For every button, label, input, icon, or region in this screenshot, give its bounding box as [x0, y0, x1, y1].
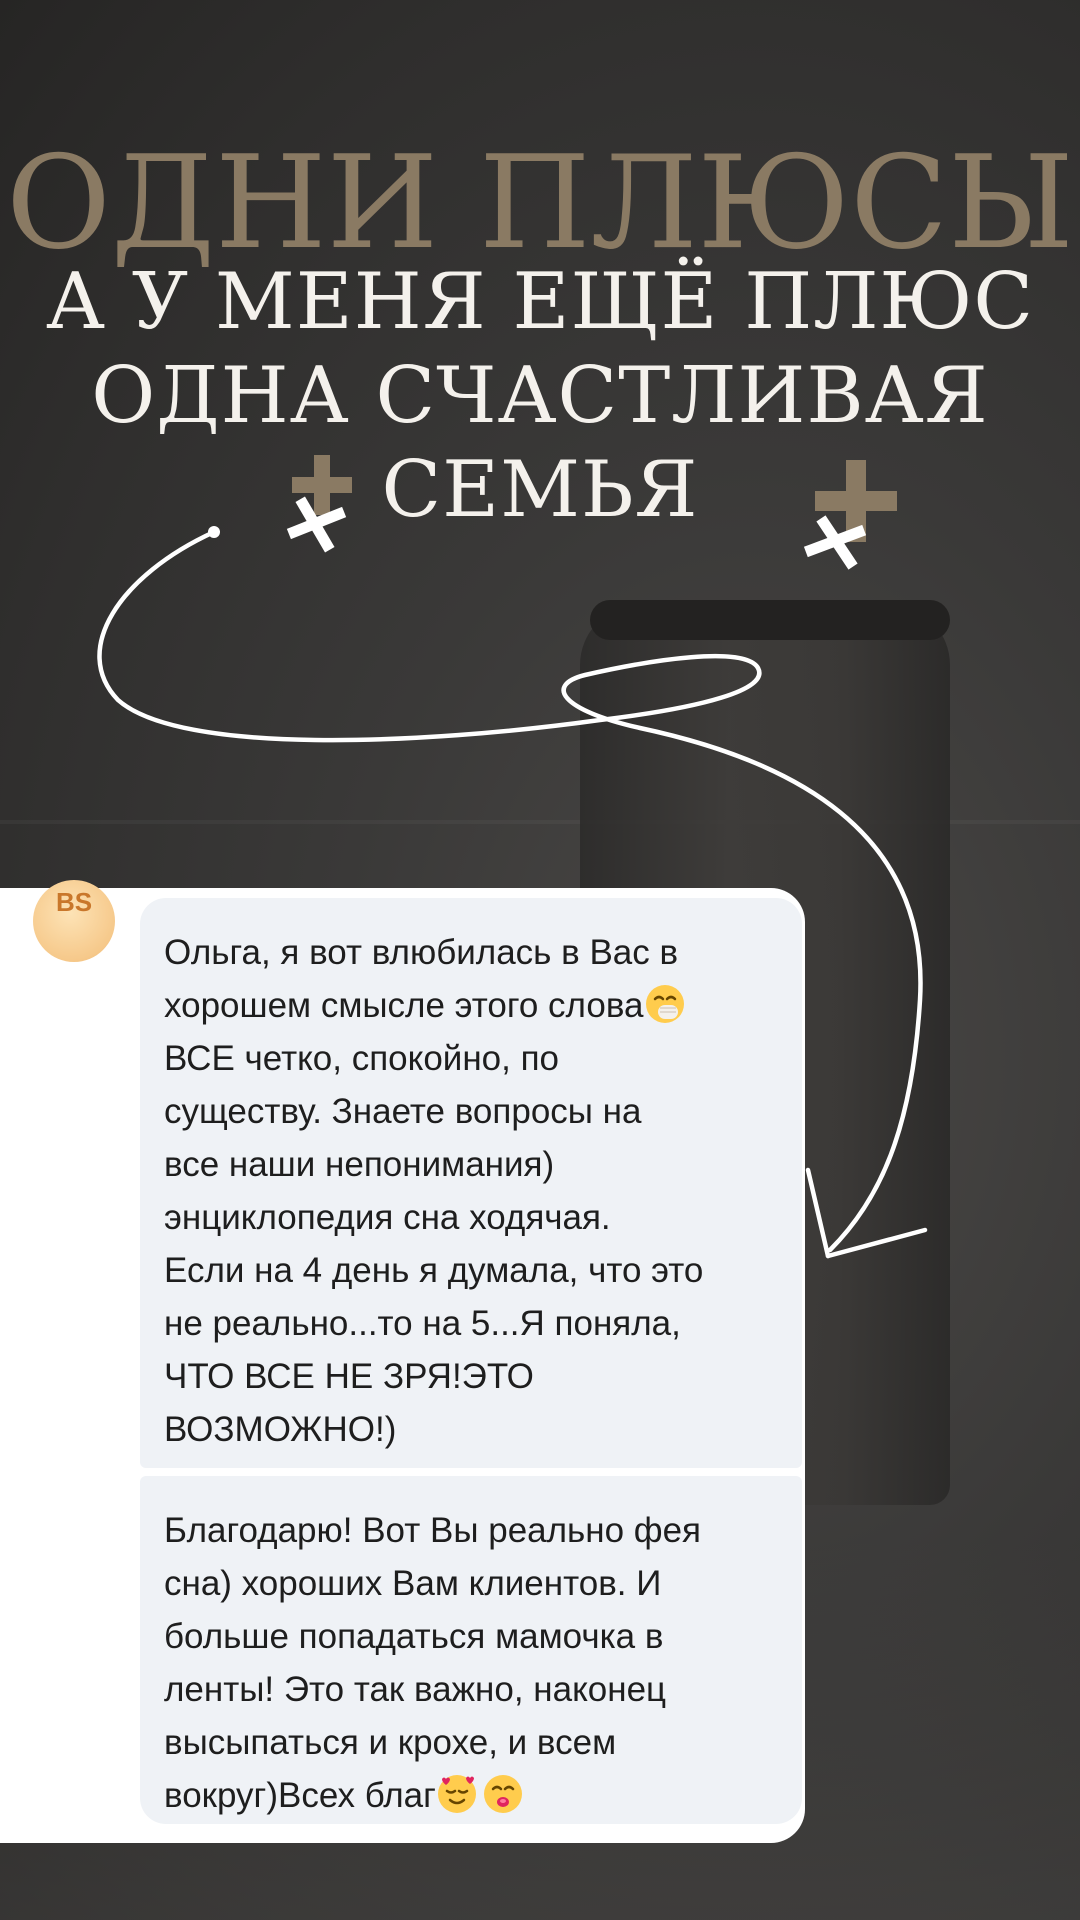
- avatar[interactable]: BS: [33, 880, 115, 962]
- message-bubble-1: Ольга, я вот влюбилась в Вас в хорошем с…: [140, 898, 802, 1468]
- message-2-line: больше попадаться мамочка в: [164, 1617, 664, 1656]
- hand-over-mouth-emoji-icon: [644, 983, 686, 1025]
- headline-line-1: А У МЕНЯ ЕЩЁ ПЛЮС: [45, 257, 1035, 347]
- message-1-line: Ольга, я вот влюбилась в Вас в: [164, 933, 679, 972]
- message-2-line-with-emoji: вокруг)Всех благ: [164, 1769, 778, 1822]
- avatar-initials: BS: [55, 887, 93, 917]
- message-1-line: ВОЗМОЖНО!): [164, 1410, 397, 1449]
- kissing-face-emoji-icon: [482, 1773, 524, 1815]
- message-2-line: высыпаться и крохе, и всем: [164, 1723, 617, 1762]
- message-1-line: не реально...то на 5...Я поняла,: [164, 1304, 681, 1343]
- background-word: ОДНИ ПЛЮСЫ: [6, 129, 1074, 278]
- message-2-line: ленты! Это так важно, наконец: [164, 1670, 667, 1709]
- message-2-line: вокруг)Всех благ: [164, 1776, 436, 1815]
- message-1-line: Если на 4 день я думала, что это: [164, 1251, 704, 1290]
- message-1-line: ЧТО ВСЕ НЕ ЗРЯ!ЭТО: [164, 1357, 534, 1396]
- background-shelf: [0, 820, 1080, 824]
- message-2-line: Благодарю! Вот Вы реально фея: [164, 1511, 702, 1550]
- headline-line-2: ОДНА СЧАСТЛИВАЯ: [91, 351, 989, 441]
- message-1-line: хорошем смысле этого слова: [164, 986, 644, 1025]
- message-1-line-with-emoji: хорошем смысле этого слова: [164, 979, 778, 1032]
- arrow-head-icon: [805, 1167, 928, 1259]
- message-1-line: все наши непонимания): [164, 1145, 555, 1184]
- message-2-line: сна) хороших Вам клиентов. И: [164, 1564, 662, 1603]
- message-1-line: ВСЕ четко, спокойно, по: [164, 1039, 560, 1078]
- message-1-line: существу. Знаете вопросы на: [164, 1092, 642, 1131]
- headline: А У МЕНЯ ЕЩЁ ПЛЮС ОДНА СЧАСТЛИВАЯ СЕМЬЯ: [0, 255, 1080, 537]
- message-bubble-2: Благодарю! Вот Вы реально фея сна) хорош…: [140, 1476, 802, 1824]
- headline-line-3: СЕМЬЯ: [381, 445, 699, 535]
- background-lamp-top: [590, 600, 950, 640]
- smiling-face-with-hearts-emoji-icon: [436, 1773, 478, 1815]
- message-1-line: энциклопедия сна ходячая.: [164, 1198, 611, 1237]
